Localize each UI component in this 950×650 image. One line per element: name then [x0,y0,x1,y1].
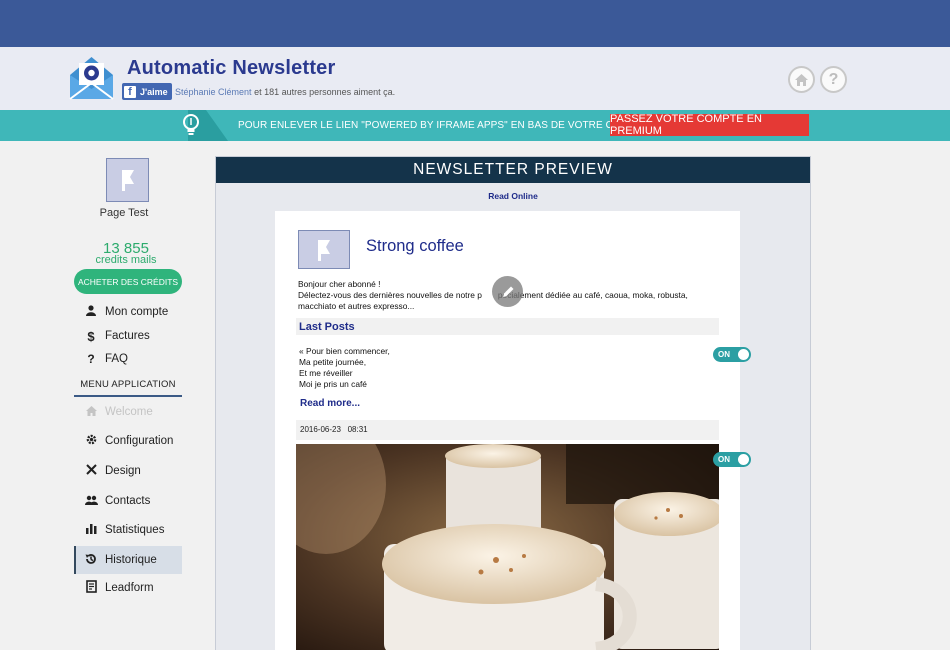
like-rest-text: et 181 autres personnes aiment ça. [251,87,396,97]
toggle-label: ON [718,455,730,464]
flag-icon [318,239,330,261]
preview-heading: NEWSLETTER PREVIEW [216,157,810,183]
facebook-like-button[interactable]: f J'aime [122,83,172,100]
page-name: Page Test [99,207,149,219]
pencil-icon [502,286,513,297]
last-posts-heading: Last Posts [296,318,719,335]
intro-line-end: pécialement dédiée au café, caoua, moka,… [497,290,688,300]
newsletter-title: Strong coffee [366,237,464,255]
last-posts-toggle[interactable]: ON [713,347,751,362]
like-button-label: J'aime [140,86,168,97]
sidebar-item-label: Historique [105,554,157,566]
home-icon [84,405,98,419]
sidebar-item-label: Factures [105,330,150,342]
help-button[interactable]: ? [820,66,847,93]
excerpt-line: Et me réveiller [299,368,353,378]
gear-icon [84,434,98,448]
newsletter-page-avatar [298,230,350,269]
promo-message: POUR ENLEVER LE LIEN "POWERED BY IFRAME … [238,120,650,131]
sidebar-item-label: Statistiques [105,524,165,536]
sidebar-item-statistics[interactable]: Statistiques [84,521,164,539]
sidebar-item-label: Contacts [105,495,151,507]
buy-credits-button[interactable]: ACHETER DES CRÉDITS [74,269,182,294]
sidebar-item-account[interactable]: Mon compte [84,303,168,321]
facebook-top-bar [0,0,950,47]
sidebar-item-welcome[interactable]: Welcome [84,403,153,421]
app-header: Automatic Newsletter f J'aime Stéphanie … [0,47,950,110]
excerpt-line: « Pour bien commencer, [299,346,390,356]
post-date-bar: 2016-06-23 08:31 [296,420,719,440]
sidebar-item-label: FAQ [105,353,129,365]
app-title: Automatic Newsletter [127,57,336,79]
newsletter-logo-icon [69,57,114,100]
home-button[interactable] [788,66,815,93]
page-avatar [106,158,149,202]
sidebar-item-label: Mon compte [105,306,169,318]
coffee-cups-photo [296,444,719,650]
sidebar-item-faq[interactable]: ? FAQ [84,350,128,368]
tools-icon [84,464,98,478]
post-image-toggle[interactable]: ON [713,452,751,467]
credits-label: credits mails [95,254,157,266]
post-date: 2016-06-23 [300,425,341,434]
like-count-text: Stéphanie Clément et 181 autres personne… [175,87,395,97]
users-icon [84,495,98,508]
sidebar: Page Test 13 855 credits mails ACHETER D… [0,141,215,650]
sidebar-item-label: Welcome [105,406,153,418]
premium-promo-banner: POUR ENLEVER LE LIEN "POWERED BY IFRAME … [0,110,950,141]
user-icon [84,305,98,319]
menu-section-title: MENU APPLICATION [74,379,182,397]
flag-icon [121,170,134,191]
lightbulb-icon [183,114,199,135]
toggle-knob [737,348,750,361]
facebook-icon: f [124,85,136,98]
toggle-knob [737,453,750,466]
home-icon [795,73,808,86]
sidebar-item-contacts[interactable]: Contacts [84,492,150,510]
sidebar-item-label: Leadform [105,582,154,594]
form-icon [84,580,98,596]
newsletter-preview-panel: NEWSLETTER PREVIEW Read Online Strong co… [215,156,811,650]
like-friend-name[interactable]: Stéphanie Clément [175,87,252,97]
toggle-label: ON [718,350,730,359]
sidebar-item-invoices[interactable]: $ Factures [84,327,150,345]
sidebar-item-label: Design [105,465,141,477]
dollar-icon: $ [87,328,95,344]
excerpt-line: Ma petite journée, [299,357,367,367]
post-excerpt: « Pour bien commencer, Ma petite journée… [299,346,390,390]
intro-line-start: Délectez-vous des dernières nouvelles de… [298,290,482,300]
excerpt-line: Moi je pris un café [299,379,367,389]
bar-chart-icon [84,523,98,537]
sidebar-item-design[interactable]: Design [84,462,141,480]
history-icon [84,553,98,568]
question-icon: ? [87,352,95,366]
read-online-link[interactable]: Read Online [216,191,810,201]
post-time: 08:31 [347,425,368,434]
help-icon: ? [828,70,839,88]
sidebar-item-label: Configuration [105,435,174,447]
read-more-link[interactable]: Read more... [300,398,360,409]
sidebar-item-history[interactable]: Historique [84,551,157,569]
edit-button[interactable] [492,276,523,307]
sidebar-item-configuration[interactable]: Configuration [84,432,173,450]
go-premium-button[interactable]: PASSEZ VOTRE COMPTE EN PREMIUM [610,113,809,137]
sidebar-item-leadform[interactable]: Leadform [84,579,154,597]
